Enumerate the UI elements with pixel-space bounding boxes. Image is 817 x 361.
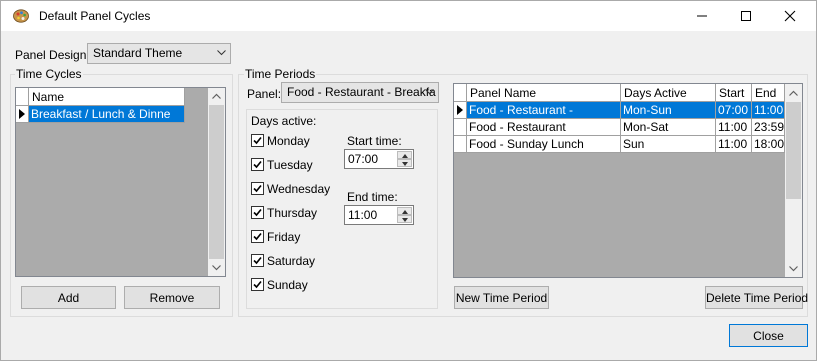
- checkmark-icon: [253, 184, 262, 193]
- delete-time-period-button[interactable]: Delete Time Period: [705, 286, 808, 309]
- end-time-picker[interactable]: 11:00: [344, 205, 414, 225]
- saturday-label[interactable]: Saturday: [267, 254, 315, 268]
- panel-select[interactable]: Food - Restaurant - Breakfa: [281, 82, 439, 103]
- scroll-thumb[interactable]: [209, 105, 224, 259]
- row-header[interactable]: [454, 119, 467, 136]
- table-cell[interactable]: 23:59: [752, 119, 785, 136]
- table-cell[interactable]: 11:00: [716, 119, 752, 136]
- grid-corner: [16, 88, 29, 106]
- start-time-label: Start time:: [347, 134, 402, 148]
- scroll-up-icon[interactable]: [789, 90, 798, 96]
- time-cycles-legend: Time Cycles: [15, 67, 83, 81]
- row-header[interactable]: [454, 102, 467, 119]
- panel-design-label: Panel Design:: [15, 48, 90, 62]
- title-bar[interactable]: Default Panel Cycles: [1, 1, 816, 31]
- panel-design-select[interactable]: Standard Theme: [87, 43, 231, 64]
- start-time-picker[interactable]: 07:00: [344, 149, 414, 169]
- chevron-down-icon: [217, 50, 226, 56]
- sunday-label[interactable]: Sunday: [267, 278, 308, 292]
- time-cycles-scrollbar[interactable]: [208, 88, 225, 276]
- window-title: Default Panel Cycles: [39, 9, 151, 23]
- column-header-panel-name[interactable]: Panel Name: [467, 84, 621, 102]
- column-header-days-active[interactable]: Days Active: [621, 84, 716, 102]
- checkmark-icon: [253, 160, 262, 169]
- scroll-down-icon[interactable]: [212, 265, 221, 271]
- spin-up-icon: [402, 210, 408, 214]
- spin-up-button[interactable]: [397, 207, 412, 215]
- spin-down-button[interactable]: [397, 215, 412, 223]
- monday-checkbox[interactable]: [251, 134, 264, 147]
- tuesday-label[interactable]: Tuesday: [267, 158, 313, 172]
- remove-button[interactable]: Remove: [124, 286, 220, 309]
- maximize-button[interactable]: [724, 1, 768, 31]
- checkmark-icon: [253, 256, 262, 265]
- dialog-window: Default Panel Cycles Panel Design: Stand…: [0, 0, 817, 361]
- time-periods-grid[interactable]: Panel Name Days Active Start End Food - …: [453, 83, 803, 278]
- spin-up-button[interactable]: [397, 151, 412, 159]
- grid-corner: [454, 84, 467, 102]
- thursday-label[interactable]: Thursday: [267, 206, 317, 220]
- thursday-checkbox[interactable]: [251, 206, 264, 219]
- table-cell[interactable]: 11:00: [752, 102, 785, 119]
- checkmark-icon: [253, 280, 262, 289]
- days-active-label: Days active:: [251, 114, 317, 128]
- friday-checkbox[interactable]: [251, 230, 264, 243]
- saturday-checkbox[interactable]: [251, 254, 264, 267]
- scroll-up-icon[interactable]: [212, 93, 221, 99]
- minimize-icon: [697, 15, 707, 17]
- checkmark-icon: [253, 208, 262, 217]
- row-header[interactable]: [454, 136, 467, 153]
- panel-design-value: Standard Theme: [93, 46, 183, 60]
- table-cell[interactable]: Mon-Sat: [621, 119, 716, 136]
- table-cell[interactable]: 18:00: [752, 136, 785, 153]
- add-button[interactable]: Add: [21, 286, 116, 309]
- chevron-down-icon: [425, 89, 434, 95]
- wednesday-label[interactable]: Wednesday: [267, 182, 330, 196]
- column-header-start[interactable]: Start: [716, 84, 752, 102]
- scroll-thumb[interactable]: [786, 102, 801, 199]
- tuesday-checkbox[interactable]: [251, 158, 264, 171]
- column-header-name[interactable]: Name: [29, 88, 185, 106]
- end-time-value[interactable]: 11:00: [348, 208, 377, 222]
- time-cycles-grid[interactable]: Name Breakfast / Lunch & Dinne: [15, 87, 226, 277]
- close-icon: [784, 10, 796, 22]
- wednesday-checkbox[interactable]: [251, 182, 264, 195]
- current-row-arrow-icon: [457, 105, 463, 115]
- table-cell[interactable]: 07:00: [716, 102, 752, 119]
- checkmark-icon: [253, 232, 262, 241]
- minimize-button[interactable]: [680, 1, 724, 31]
- friday-label[interactable]: Friday: [267, 230, 300, 244]
- checkmark-icon: [253, 136, 262, 145]
- end-time-spinner[interactable]: [397, 207, 412, 223]
- panel-label: Panel:: [247, 87, 282, 101]
- time-periods-legend: Time Periods: [244, 67, 317, 81]
- scroll-down-icon[interactable]: [789, 266, 798, 272]
- table-cell[interactable]: Food - Sunday Lunch: [467, 136, 621, 153]
- table-row[interactable]: Breakfast / Lunch & Dinne: [29, 106, 185, 123]
- new-time-period-button[interactable]: New Time Period: [454, 286, 549, 309]
- monday-label[interactable]: Monday: [267, 134, 310, 148]
- sunday-checkbox[interactable]: [251, 278, 264, 291]
- maximize-icon: [741, 11, 751, 21]
- row-header[interactable]: [16, 106, 29, 123]
- column-header-end[interactable]: End: [752, 84, 785, 102]
- table-cell[interactable]: Mon-Sun: [621, 102, 716, 119]
- table-cell[interactable]: Sun: [621, 136, 716, 153]
- table-cell[interactable]: Food - Restaurant -: [467, 102, 621, 119]
- table-cell[interactable]: 11:00: [716, 136, 752, 153]
- spin-down-button[interactable]: [397, 159, 412, 167]
- spin-up-icon: [402, 154, 408, 158]
- palette-icon: [13, 9, 29, 23]
- panel-select-value: Food - Restaurant - Breakfa: [287, 85, 436, 99]
- close-button[interactable]: Close: [729, 324, 808, 347]
- current-row-arrow-icon: [19, 109, 25, 119]
- spin-down-icon: [402, 218, 408, 222]
- table-cell[interactable]: Food - Restaurant: [467, 119, 621, 136]
- spin-down-icon: [402, 162, 408, 166]
- start-time-value[interactable]: 07:00: [348, 152, 378, 166]
- close-window-button[interactable]: [768, 1, 812, 31]
- time-periods-scrollbar[interactable]: [785, 84, 802, 277]
- start-time-spinner[interactable]: [397, 151, 412, 167]
- end-time-label: End time:: [347, 190, 398, 204]
